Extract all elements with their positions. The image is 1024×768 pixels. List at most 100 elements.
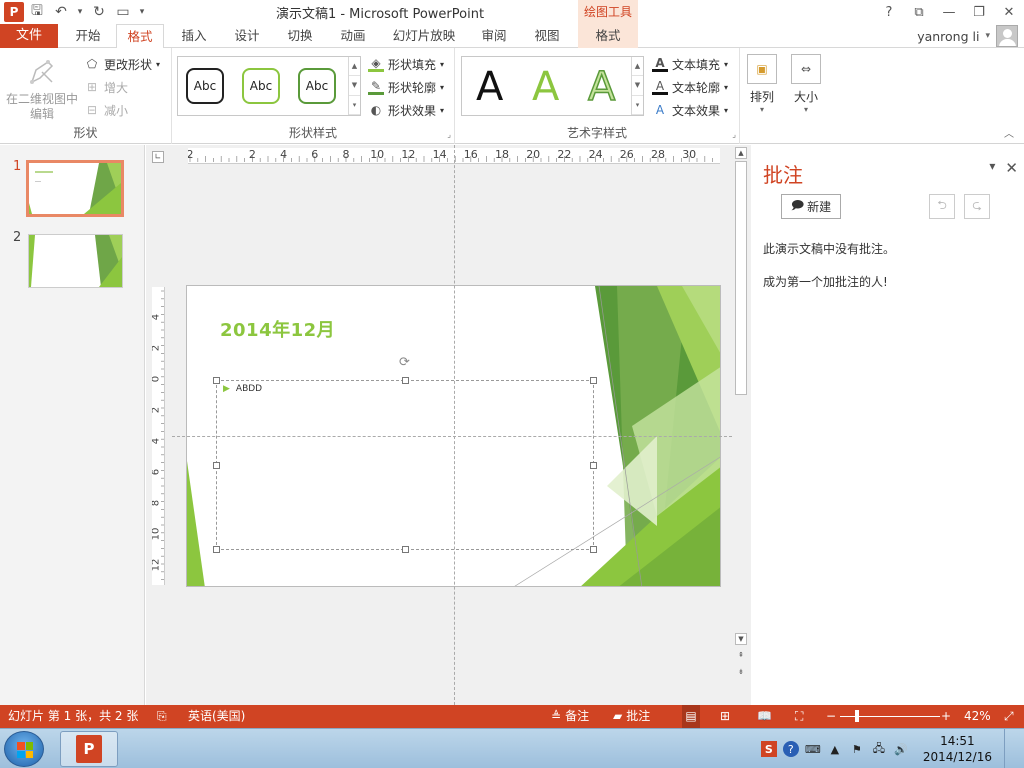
shape-effects-button[interactable]: ◐ 形状效果 ▾ [368,100,444,120]
vertical-ruler[interactable]: 4 2 0 2 4 6 8 10 12 [151,287,165,585]
collapse-ribbon-icon[interactable]: ︿ [1004,125,1014,140]
tab-animations[interactable]: 动画 [331,24,375,48]
zoom-slider-knob[interactable] [855,710,859,722]
arrange-button[interactable]: ▣ 排列 ▾ [745,54,779,114]
change-shape-button[interactable]: ⬠ 更改形状 ▾ [84,54,160,74]
minimize-icon[interactable]: — [934,0,964,24]
text-outline-button[interactable]: A 文本轮廓 ▾ [652,77,728,97]
next-slide-icon[interactable]: ⇟ [735,667,747,679]
scroll-down-icon[interactable]: ▼ [349,76,360,96]
volume-icon[interactable]: 🔊 [893,741,909,757]
reading-view-icon[interactable]: 📖 [757,705,772,728]
new-comment-button[interactable]: 🗩 新建 [781,194,841,219]
restore-icon[interactable]: ❐ [964,0,994,24]
taskbar-powerpoint-button[interactable]: P [60,731,118,767]
rotate-handle-icon[interactable]: ⟳ [399,355,410,370]
pane-options-icon[interactable]: ▾ [989,159,995,177]
shape-style-sample-3[interactable]: Abc [298,68,336,104]
tab-file[interactable]: 文件 [0,24,58,48]
language-status[interactable]: 英语(美国) [188,705,245,728]
shape-fill-button[interactable]: ◈ 形状填充 ▾ [368,54,444,74]
bullet-item[interactable]: ▶ ABDD [223,384,262,394]
slide-sorter-view-icon[interactable]: ⊞ [720,705,730,728]
shape-outline-button[interactable]: ✎ 形状轮廓 ▾ [368,77,444,97]
resize-handle-right[interactable] [590,462,597,469]
dialog-launcher-icon[interactable]: ⌟ [732,130,736,139]
ribbon-display-options-icon[interactable]: ⧉ [904,0,934,24]
slide-count-status[interactable]: 幻灯片 第 1 张，共 2 张 [8,705,138,728]
resize-handle-bottom-left[interactable] [213,546,220,553]
resize-handle-bottom-right[interactable] [590,546,597,553]
scrollbar-thumb[interactable] [735,161,747,395]
system-clock[interactable]: 14:51 2014/12/16 [923,733,992,765]
close-pane-icon[interactable]: ✕ [1005,159,1018,177]
zoom-level[interactable]: 42% [964,705,991,728]
size-button[interactable]: ⇔ 大小 ▾ [789,54,823,114]
tab-selector[interactable]: ∟ [152,151,164,163]
scroll-down-icon[interactable]: ▼ [735,633,747,645]
tab-view[interactable]: 视图 [525,24,569,48]
avatar[interactable] [996,25,1018,47]
scroll-up-icon[interactable]: ▲ [735,147,747,159]
notes-button[interactable]: ≜ 备注 [551,705,589,728]
scroll-up-icon[interactable]: ▲ [349,57,360,77]
more-icon[interactable]: ▾ [632,96,643,115]
scroll-up-icon[interactable]: ▲ [632,57,643,77]
shape-style-sample-1[interactable]: Abc [186,68,224,104]
zoom-out-icon[interactable]: − [826,705,836,728]
text-fill-button[interactable]: A 文本填充 ▾ [652,54,728,74]
horizontal-guide[interactable] [172,436,732,437]
text-effects-button[interactable]: A 文本效果 ▾ [652,100,728,120]
tab-home[interactable]: 开始 [66,24,110,48]
tab-slideshow[interactable]: 幻灯片放映 [386,24,462,48]
tab-format-active[interactable]: 格式 [116,24,164,49]
comments-button[interactable]: ▰ 批注 [613,705,650,728]
slide-date-title[interactable]: 2014年12月 [220,316,335,342]
tab-design[interactable]: 设计 [225,24,269,48]
increase-button[interactable]: ⊞ 增大 [84,77,128,97]
next-comment-icon[interactable]: ⮎ [964,194,990,219]
tab-drawing-format[interactable]: 格式 [578,24,638,48]
slideshow-view-icon[interactable]: ⛶ [795,705,803,728]
wordart-gallery[interactable]: A A A ▲ ▼ ▾ [461,56,644,116]
wordart-sample-black[interactable]: A [476,67,503,107]
shape-style-sample-2[interactable]: Abc [242,68,280,104]
ime-options-icon[interactable]: ⌨ [805,741,821,757]
previous-comment-icon[interactable]: ⮌ [929,194,955,219]
vertical-scrollbar[interactable]: ▲ ▼ ⇞ ⇟ [733,145,749,705]
resize-handle-top-left[interactable] [213,377,220,384]
help-icon[interactable]: ? [874,0,904,24]
tab-transitions[interactable]: 切换 [278,24,322,48]
sogou-ime-icon[interactable]: S [760,741,777,757]
wordart-sample-outline[interactable]: A [587,66,616,108]
help-tray-icon[interactable]: ? [782,741,799,757]
more-icon[interactable]: ▾ [349,96,360,115]
scroll-down-icon[interactable]: ▼ [632,76,643,96]
start-button[interactable] [4,731,44,767]
resize-handle-left[interactable] [213,462,220,469]
spelling-icon[interactable]: ⎘ [157,705,167,728]
network-icon[interactable]: 🖧 [871,741,887,757]
fit-to-window-icon[interactable]: ⤢ [1004,705,1014,728]
tab-review[interactable]: 审阅 [472,24,516,48]
resize-handle-bottom[interactable] [402,546,409,553]
action-center-flag-icon[interactable]: ⚑ [849,741,865,757]
resize-handle-top[interactable] [402,377,409,384]
normal-view-icon[interactable]: ▤ [682,705,700,728]
decrease-button[interactable]: ⊟ 减小 [84,100,128,120]
user-account[interactable]: yanrong li ▾ [917,24,1018,48]
previous-slide-icon[interactable]: ⇞ [735,650,747,662]
tab-insert[interactable]: 插入 [172,24,216,48]
vertical-guide[interactable] [454,145,455,705]
show-hidden-icons[interactable]: ▲ [827,741,843,757]
slide-thumbnail-1[interactable] [26,160,124,217]
close-icon[interactable]: ✕ [994,0,1024,24]
content-placeholder[interactable]: ▶ ABDD [213,377,597,553]
resize-handle-top-right[interactable] [590,377,597,384]
wordart-sample-green[interactable]: A [532,67,559,107]
show-desktop-button[interactable] [1004,729,1016,768]
slide-thumbnail-2[interactable] [28,234,123,288]
dialog-launcher-icon[interactable]: ⌟ [447,130,451,139]
shape-styles-gallery[interactable]: Abc Abc Abc ▲ ▼ ▾ [177,56,361,116]
zoom-in-icon[interactable]: + [941,705,951,728]
